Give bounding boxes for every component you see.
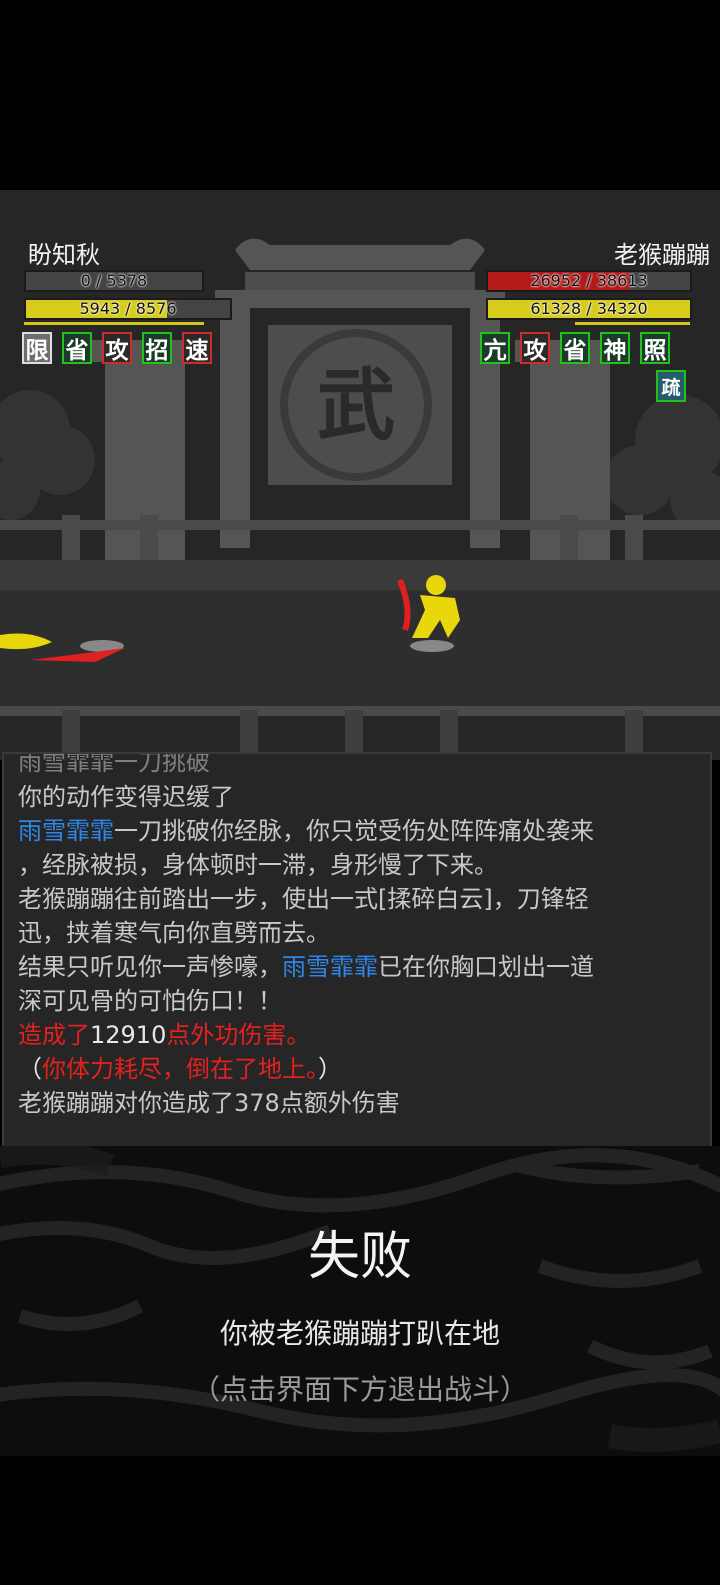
player-energy-line <box>24 322 204 325</box>
log-segment: 点外功伤害。 <box>166 1021 311 1049</box>
log-line: 深可见骨的可怕伤口！！ <box>18 984 700 1018</box>
log-segment: ） <box>318 1055 342 1083</box>
player-hp-text: 0 / 5378 <box>80 271 148 290</box>
ink-wash-background <box>0 1146 720 1452</box>
player-status-badge[interactable]: 招 <box>142 332 172 364</box>
player-name: 盼知秋 <box>28 241 100 269</box>
enemy-status-badge[interactable]: 神 <box>600 332 630 364</box>
log-partial-line: 雨雪霏霏一刀挑破 <box>18 752 210 776</box>
enemy-status-badge[interactable]: 疏 <box>656 370 686 402</box>
log-segment: 老猴蹦蹦对你造成了378点额外伤害 <box>18 1089 400 1117</box>
log-segment: 造成了 <box>18 1021 90 1049</box>
enemy-status-row-2: 疏 <box>656 370 686 402</box>
enemy-status-badge[interactable]: 照 <box>640 332 670 364</box>
log-segment: 雨雪霏霏 <box>282 953 378 981</box>
enemy-status-row: 亢 攻 省 神 照 <box>480 332 670 364</box>
enemy-status-badge[interactable]: 省 <box>560 332 590 364</box>
enemy-energy-line <box>575 322 690 325</box>
enemy-mp-bar: 61328 / 34320 <box>486 298 692 320</box>
log-segment: 深可见骨的可怕伤口！！ <box>18 987 282 1015</box>
log-segment: （ <box>18 1055 42 1083</box>
result-panel[interactable]: 失败 你被老猴蹦蹦打趴在地 （点击界面下方退出战斗） <box>0 1146 720 1456</box>
enemy-mp-text: 61328 / 34320 <box>530 299 648 318</box>
log-segment: 你体力耗尽，倒在了地上。 <box>42 1055 318 1083</box>
log-line: 迅，挟着寒气向你直劈而去。 <box>18 916 700 950</box>
player-status-badge[interactable]: 速 <box>182 332 212 364</box>
log-line: ，经脉被损，身体顿时一滞，身形慢了下来。 <box>18 848 700 882</box>
sign-character: 武 <box>317 360 395 451</box>
exit-hint: （点击界面下方退出战斗） <box>191 1373 528 1406</box>
log-segment: ，经脉被损，身体顿时一滞，身形慢了下来。 <box>18 851 498 879</box>
log-lines: 你的动作变得迟缓了 雨雪霏霏一刀挑破你经脉，你只觉受伤处阵阵痛处袭来 ，经脉被损，身… <box>18 780 700 1120</box>
log-line: 老猴蹦蹦对你造成了378点额外伤害 <box>18 1086 700 1120</box>
log-line: 造成了12910点外功伤害。 <box>18 1018 700 1052</box>
log-line: （你体力耗尽，倒在了地上。） <box>18 1052 700 1086</box>
enemy-status-badge[interactable]: 亢 <box>480 332 510 364</box>
result-title: 失败 <box>307 1227 412 1287</box>
log-segment: 你的动作变得迟缓了 <box>18 783 234 811</box>
player-status-row: 限 省 攻 招 速 <box>22 332 212 364</box>
log-segment: 老猴蹦蹦往前踏出一步，使出一式[揉碎白云]，刀锋轻 <box>18 885 589 913</box>
battle-log[interactable]: 雨雪霏霏一刀挑破 你的动作变得迟缓了 雨雪霏霏一刀挑破你经脉，你只觉受伤处阵阵痛处… <box>2 752 712 1150</box>
player-mp-text: 5943 / 8576 <box>79 299 177 318</box>
log-segment: 已在你胸口划出一道 <box>378 953 594 981</box>
log-segment: 结果只听见你一声惨嚎， <box>18 953 282 981</box>
log-segment: 雨雪霏霏 <box>18 817 114 845</box>
player-status-badge[interactable]: 攻 <box>102 332 132 364</box>
log-line: 你的动作变得迟缓了 <box>18 780 700 814</box>
player-mp-bar: 5943 / 8576 <box>24 298 232 320</box>
log-segment: 迅，挟着寒气向你直劈而去。 <box>18 919 330 947</box>
enemy-name: 老猴蹦蹦 <box>614 241 710 269</box>
enemy-hp-bar: 26952 / 38613 <box>486 270 692 292</box>
battle-scene: 武 盼知秋 老猴蹦蹦 0 / 5378 5943 / 8576 26952 / … <box>0 190 720 760</box>
player-hp-bar: 0 / 5378 <box>24 270 204 292</box>
player-status-badge[interactable]: 省 <box>62 332 92 364</box>
log-segment: 一刀挑破你经脉，你只觉受伤处阵阵痛处袭来 <box>114 817 594 845</box>
enemy-status-badge[interactable]: 攻 <box>520 332 550 364</box>
log-segment: 12910 <box>90 1021 167 1049</box>
result-message: 你被老猴蹦蹦打趴在地 <box>219 1317 500 1350</box>
log-line: 雨雪霏霏一刀挑破你经脉，你只觉受伤处阵阵痛处袭来 <box>18 814 700 848</box>
log-line: 老猴蹦蹦往前踏出一步，使出一式[揉碎白云]，刀锋轻 <box>18 882 700 916</box>
player-status-badge[interactable]: 限 <box>22 332 52 364</box>
enemy-hp-text: 26952 / 38613 <box>530 271 648 290</box>
log-line: 结果只听见你一声惨嚎，雨雪霏霏已在你胸口划出一道 <box>18 950 700 984</box>
